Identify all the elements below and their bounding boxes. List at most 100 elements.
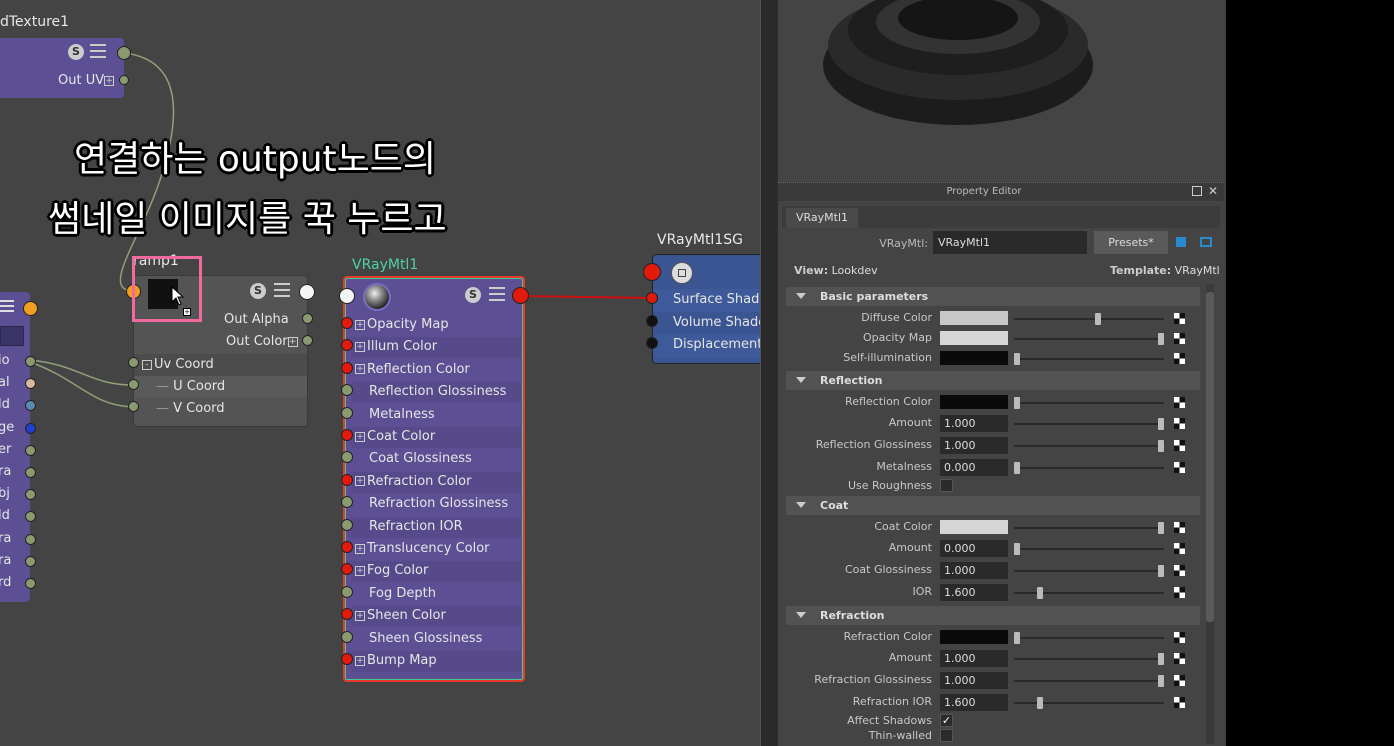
- copy-tab-icon[interactable]: [1176, 237, 1186, 247]
- uv-coord-port[interactable]: [128, 357, 139, 368]
- left-node-port[interactable]: [25, 578, 36, 589]
- slider-thumb[interactable]: [1158, 440, 1164, 452]
- vraymtl-input-port[interactable]: [341, 630, 353, 643]
- property-editor-titlebar[interactable]: Property Editor ✕: [778, 182, 1224, 201]
- texture-map-button-icon[interactable]: [1174, 653, 1185, 664]
- vraymtl-input-port[interactable]: [341, 361, 353, 374]
- expand-icon[interactable]: +: [355, 610, 365, 621]
- left-node-port[interactable]: [25, 356, 36, 367]
- slider-thumb[interactable]: [1158, 675, 1164, 687]
- refraction-color-swatch[interactable]: [940, 630, 1008, 644]
- slider-thumb[interactable]: [1037, 697, 1044, 709]
- section-coat[interactable]: Coat: [786, 496, 1200, 515]
- slider-track[interactable]: [1014, 402, 1164, 404]
- slider-thumb[interactable]: [1158, 653, 1164, 665]
- v-coord-port[interactable]: [128, 401, 139, 412]
- texture-map-button-icon[interactable]: [1174, 418, 1185, 429]
- menu-lines-icon[interactable]: [489, 287, 505, 301]
- node-name-field[interactable]: VRayMtl1: [933, 231, 1087, 254]
- vraymtl-input-port[interactable]: [339, 288, 355, 304]
- texture-map-button-icon[interactable]: [1174, 440, 1185, 451]
- slider-track[interactable]: [1014, 467, 1164, 469]
- reflection-amount-field[interactable]: 1.000: [940, 415, 1008, 432]
- slider-thumb[interactable]: [1014, 462, 1020, 474]
- texture-map-button-icon[interactable]: [1174, 522, 1185, 533]
- expand-icon[interactable]: +: [355, 543, 365, 554]
- out-uv-port[interactable]: [119, 75, 129, 85]
- texture-map-button-icon[interactable]: [1174, 697, 1185, 708]
- coat-glossiness-field[interactable]: 1.000: [940, 562, 1008, 579]
- left-node-swatch[interactable]: [0, 326, 24, 346]
- slider-thumb[interactable]: [1158, 565, 1164, 577]
- vraymtl-input-port[interactable]: [341, 429, 353, 441]
- slider-thumb[interactable]: [1014, 353, 1020, 365]
- slider-track[interactable]: [1014, 318, 1164, 320]
- texture-map-button-icon[interactable]: [1174, 632, 1185, 643]
- swatch-mode-icon[interactable]: S: [250, 283, 266, 299]
- expand-icon[interactable]: +: [355, 364, 365, 375]
- swatch-mode-icon[interactable]: S: [465, 287, 481, 303]
- left-node-port[interactable]: [25, 533, 36, 545]
- diffuse-color-swatch[interactable]: [940, 311, 1008, 325]
- texture-map-button-icon[interactable]: [1174, 565, 1185, 576]
- left-node-port[interactable]: [25, 444, 36, 456]
- vraymtl-input-port[interactable]: [341, 541, 353, 553]
- menu-lines-icon[interactable]: [0, 300, 14, 312]
- vraymtl-input-port[interactable]: [341, 585, 353, 598]
- slider-thumb[interactable]: [1158, 418, 1164, 430]
- menu-lines-icon[interactable]: [90, 44, 106, 58]
- scrollbar-thumb[interactable]: [1206, 292, 1214, 622]
- vraymtl-input-port[interactable]: [341, 653, 353, 665]
- left-node-port[interactable]: [25, 555, 36, 567]
- affect-shadows-checkbox[interactable]: ✓: [940, 714, 953, 727]
- texture-map-button-icon[interactable]: [1174, 353, 1185, 364]
- use-roughness-checkbox[interactable]: [940, 479, 953, 492]
- slider-thumb[interactable]: [1158, 333, 1164, 345]
- metalness-field[interactable]: 0.000: [940, 459, 1008, 476]
- vraymtl-input-port[interactable]: [341, 473, 353, 486]
- reflection-glossiness-field[interactable]: 1.000: [940, 437, 1008, 454]
- slider-thumb[interactable]: [1014, 632, 1020, 644]
- vraymtl-input-port[interactable]: [341, 317, 353, 329]
- section-basic-parameters[interactable]: Basic parameters: [786, 287, 1200, 306]
- texture-map-button-icon[interactable]: [1174, 333, 1185, 344]
- vraymtl-node[interactable]: S + Opacity Map + Illum Color + Reflection Co…: [343, 276, 525, 682]
- float-window-icon[interactable]: [1192, 186, 1202, 196]
- template-selector[interactable]: Template: VRayMtl: [1110, 264, 1220, 277]
- u-coord-port[interactable]: [128, 379, 139, 390]
- presets-button[interactable]: Presets*: [1094, 231, 1168, 254]
- view-selector[interactable]: View: Lookdev: [794, 264, 878, 277]
- coat-ior-field[interactable]: 1.600: [940, 584, 1008, 601]
- vraymtl-output-port[interactable]: [512, 287, 529, 304]
- node-editor-canvas[interactable]: S Out UV+ dTexture1 io al ld ge er ra bj ld ra ra…: [0, 0, 760, 746]
- slider-thumb[interactable]: [1014, 543, 1020, 555]
- thin-walled-checkbox[interactable]: [940, 729, 953, 742]
- left-node-port[interactable]: [25, 422, 36, 434]
- material-sphere-thumbnail[interactable]: [363, 283, 391, 311]
- vraymtl-input-port[interactable]: [341, 406, 353, 419]
- texture-map-button-icon[interactable]: [1174, 675, 1185, 686]
- close-icon[interactable]: ✕: [1208, 184, 1218, 198]
- expand-icon[interactable]: +: [355, 565, 365, 576]
- texture-map-button-icon[interactable]: [1174, 462, 1185, 473]
- texture-map-button-icon[interactable]: [1174, 397, 1185, 408]
- expand-icon[interactable]: +: [355, 476, 365, 487]
- refraction-amount-field[interactable]: 1.000: [940, 650, 1008, 667]
- slider-track[interactable]: [1014, 527, 1164, 529]
- slider-track[interactable]: [1014, 423, 1164, 425]
- reflection-color-swatch[interactable]: [940, 395, 1008, 409]
- opacity-map-swatch[interactable]: [940, 331, 1008, 345]
- texture-map-button-icon[interactable]: [1174, 543, 1185, 554]
- expand-icon[interactable]: +: [355, 319, 365, 330]
- section-refraction[interactable]: Refraction: [786, 606, 1200, 625]
- slider-track[interactable]: [1014, 338, 1164, 340]
- shading-group-node[interactable]: Surface Shader Volume Shader Displacemen…: [652, 254, 760, 364]
- texture-map-button-icon[interactable]: [1174, 587, 1185, 598]
- slider-track[interactable]: [1014, 358, 1164, 360]
- section-reflection[interactable]: Reflection: [786, 371, 1200, 390]
- self-illumination-swatch[interactable]: [940, 351, 1008, 365]
- slider-thumb[interactable]: [1037, 587, 1044, 599]
- swatch-mode-icon[interactable]: S: [68, 44, 84, 60]
- coat-amount-field[interactable]: 0.000: [940, 540, 1008, 557]
- place2d-output-port[interactable]: [117, 46, 131, 60]
